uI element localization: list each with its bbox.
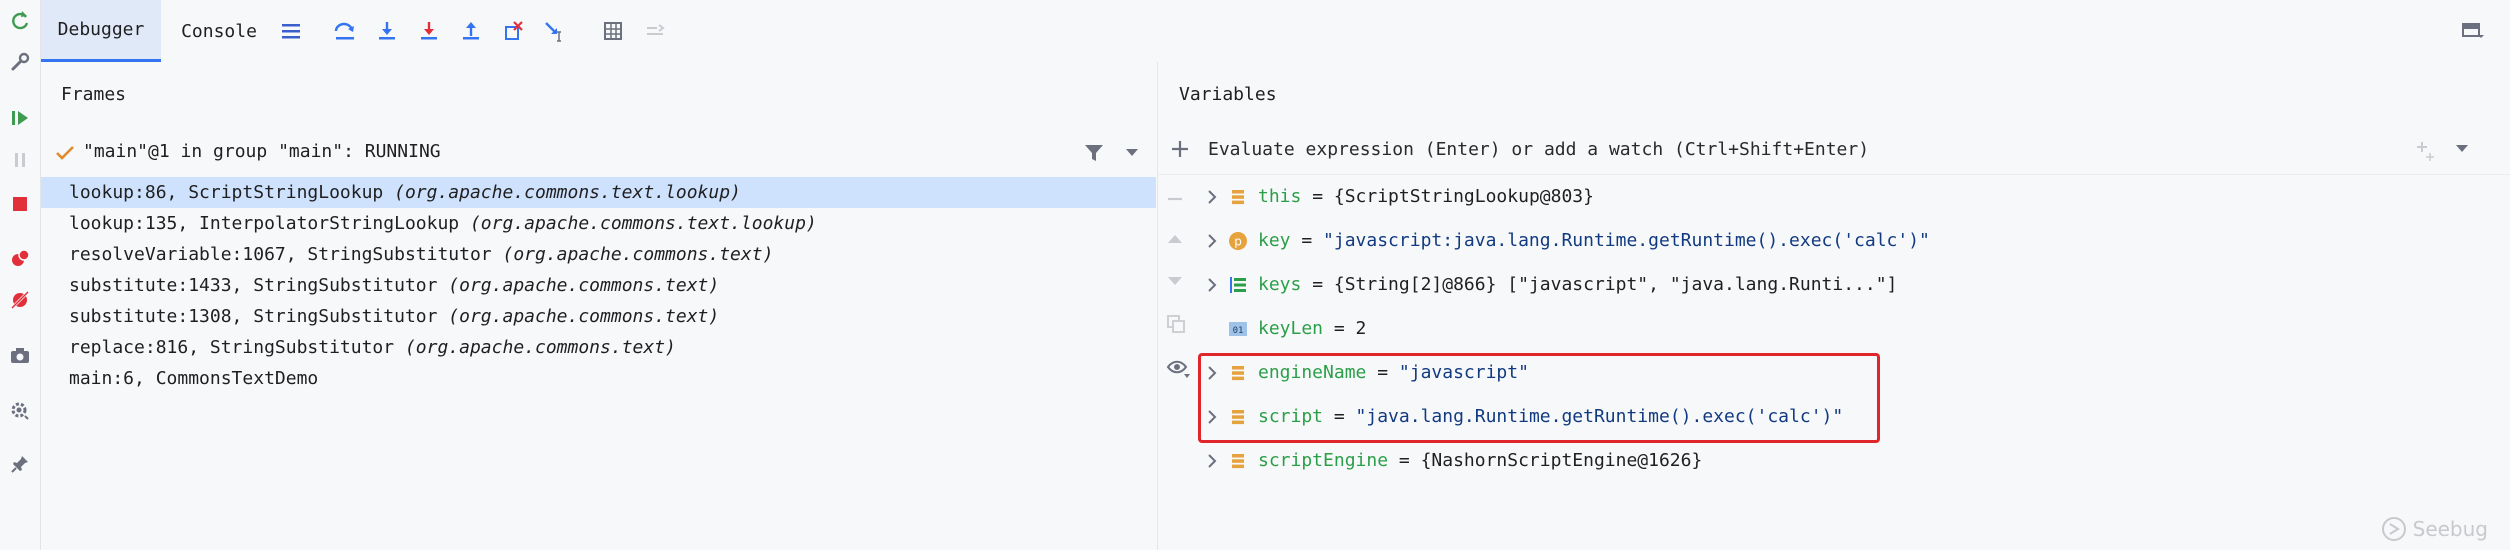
chevron-down-icon[interactable] [2455, 144, 2469, 154]
view-breakpoints-icon[interactable] [6, 244, 34, 272]
tab-debugger[interactable]: Debugger [41, 0, 161, 62]
tab-console-label: Console [181, 20, 257, 42]
variable-value: {NashornScriptEngine@1626} [1420, 450, 1703, 471]
frame-row[interactable]: replace:816, StringSubstitutor (org.apac… [41, 332, 1156, 363]
variable-name: key [1258, 230, 1291, 251]
menu-lines-icon[interactable] [275, 15, 307, 47]
array-icon [1230, 277, 1246, 293]
svg-text:p: p [1234, 235, 1242, 249]
debugger-toolbar: Debugger Console [41, 0, 2510, 62]
frame-method: main:6, CommonsTextDemo [69, 368, 319, 389]
wrench-icon[interactable] [6, 48, 34, 76]
force-step-into-icon[interactable] [413, 15, 445, 47]
frame-package: (org.apache.commons.text.lookup) [394, 182, 741, 203]
parameter-icon: p [1229, 232, 1247, 250]
pause-icon[interactable] [6, 146, 34, 174]
resume-icon[interactable] [6, 104, 34, 132]
variable-name: keys [1258, 274, 1302, 295]
evaluate-expression-input[interactable]: Evaluate expression (Enter) or add a wat… [1208, 139, 1869, 160]
run-to-cursor-icon[interactable] [539, 15, 571, 47]
step-over-icon[interactable] [329, 15, 361, 47]
frame-method: substitute:1308, StringSubstitutor [69, 306, 449, 327]
variable-value: {String[2]@866} ["javascript", "java.lan… [1333, 274, 1898, 295]
watermark-text: Seebug [2412, 517, 2488, 541]
frame-row[interactable]: main:6, CommonsTextDemo [41, 363, 1156, 394]
frame-method: resolveVariable:1067, StringSubstitutor [69, 244, 503, 265]
pin-icon[interactable] [6, 450, 34, 478]
frame-row[interactable]: resolveVariable:1067, StringSubstitutor … [41, 239, 1156, 270]
trace-icon[interactable] [639, 15, 671, 47]
frames-title: Frames [61, 84, 127, 105]
variable-row[interactable]: this = {ScriptStringLookup@803} [1158, 175, 2510, 219]
variable-row[interactable]: p key = "javascript:java.lang.Runtime.ge… [1158, 219, 2510, 263]
tab-debugger-label: Debugger [57, 19, 145, 40]
variable-row[interactable]: scriptEngine = {NashornScriptEngine@1626… [1158, 439, 2510, 483]
evaluate-calculator-icon[interactable] [597, 15, 629, 47]
variable-name: keyLen [1258, 318, 1324, 339]
frame-method: replace:816, StringSubstitutor [69, 337, 405, 358]
seebug-logo-icon [2381, 517, 2406, 541]
mute-breakpoints-icon[interactable] [6, 286, 34, 314]
variable-value: 2 [1355, 318, 1367, 339]
step-out-icon[interactable] [455, 15, 487, 47]
equals-sign: = [1290, 230, 1324, 251]
equals-sign: = [1388, 450, 1421, 471]
field-icon [1232, 190, 1244, 205]
highlight-annotation-box [1198, 353, 1880, 443]
frame-package: (org.apache.commons.text) [448, 306, 720, 327]
thread-selector[interactable]: "main"@1 in group "main": RUNNING [41, 132, 1156, 172]
variable-name: this [1258, 186, 1302, 207]
svg-text:01: 01 [1233, 326, 1244, 336]
variable-value: "javascript:java.lang.Runtime.getRuntime… [1323, 230, 1930, 251]
frame-row[interactable]: lookup:86, ScriptStringLookup (org.apach… [41, 177, 1156, 208]
frame-method: lookup:86, ScriptStringLookup [69, 182, 395, 203]
variable-row[interactable]: 01 keyLen = 2 [1158, 307, 2510, 351]
drop-frame-icon[interactable] [497, 15, 529, 47]
variables-panel: Variables Evaluate expression (Enter) or… [1157, 62, 2510, 550]
chevron-right-icon[interactable] [1206, 277, 1218, 293]
chevron-right-icon[interactable] [1206, 453, 1218, 469]
field-icon [1232, 454, 1244, 469]
frame-package: (org.apache.commons.text.lookup) [469, 213, 817, 234]
step-into-icon[interactable] [371, 15, 403, 47]
stop-icon[interactable] [6, 190, 34, 218]
primitive-icon: 01 [1229, 322, 1247, 336]
checkmark-icon [56, 146, 74, 160]
chevron-down-icon[interactable] [1125, 148, 1139, 158]
camera-icon[interactable] [6, 342, 34, 370]
filter-icon[interactable] [1083, 142, 1105, 164]
variable-row[interactable]: keys = {String[2]@866} ["javascript", "j… [1158, 263, 2510, 307]
frames-panel: Frames "main"@1 in group "main": RUNNING… [41, 62, 1156, 550]
frame-package: (org.apache.commons.text) [448, 275, 720, 296]
variables-title: Variables [1179, 84, 1277, 105]
frame-row[interactable]: substitute:1433, StringSubstitutor (org.… [41, 270, 1156, 301]
variable-name: scriptEngine [1258, 450, 1389, 471]
frame-package: (org.apache.commons.text) [404, 337, 676, 358]
chevron-right-icon[interactable] [1206, 189, 1218, 205]
frame-package: (org.apache.commons.text) [502, 244, 774, 265]
layout-settings-icon[interactable] [2457, 15, 2489, 47]
equals-sign: = [1301, 186, 1334, 207]
evaluate-expression-bar[interactable]: Evaluate expression (Enter) or add a wat… [1158, 124, 2510, 175]
chevron-right-icon[interactable] [1206, 233, 1218, 249]
add-watch-icon[interactable] [1170, 139, 1190, 159]
settings-gear-icon[interactable] [6, 396, 34, 424]
frame-row[interactable]: substitute:1308, StringSubstitutor (org.… [41, 301, 1156, 332]
rerun-icon[interactable] [6, 6, 34, 34]
left-debug-toolbar [0, 0, 41, 550]
frame-method: lookup:135, InterpolatorStringLookup [69, 213, 470, 234]
watermark: Seebug [2381, 516, 2488, 542]
frame-row[interactable]: lookup:135, InterpolatorStringLookup (or… [41, 208, 1156, 239]
variable-value: {ScriptStringLookup@803} [1333, 186, 1594, 207]
frame-method: substitute:1433, StringSubstitutor [69, 275, 449, 296]
tab-console[interactable]: Console [171, 0, 267, 62]
equals-sign: = [1301, 274, 1334, 295]
equals-sign: = [1323, 318, 1356, 339]
add-to-watches-icon[interactable] [2414, 139, 2436, 161]
thread-label: "main"@1 in group "main": RUNNING [83, 141, 441, 162]
